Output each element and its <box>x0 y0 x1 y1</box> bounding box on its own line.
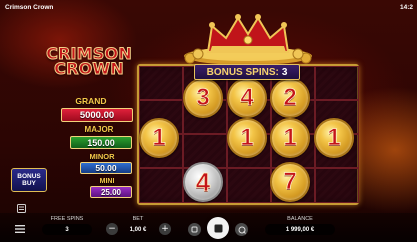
coin-symbol: 2 <box>270 78 310 118</box>
coin-symbol: 1 <box>314 118 354 158</box>
spin-stop-button[interactable] <box>207 217 229 239</box>
coin-symbol: 7 <box>270 162 310 202</box>
coin-value: 1 <box>283 124 297 152</box>
coin-value: 3 <box>196 84 210 112</box>
coin-symbol: 1 <box>270 118 310 158</box>
balance-label: BALANCE <box>287 216 313 222</box>
hamburger-glyph <box>15 225 25 233</box>
menu-icon[interactable] <box>15 224 25 234</box>
crown-icon <box>184 14 312 64</box>
mini-label: MINI <box>99 178 115 185</box>
coin-value: 1 <box>327 124 341 152</box>
coin-symbol: 4 <box>227 78 267 118</box>
grid-cell <box>315 168 359 203</box>
paytable-glyph <box>16 203 26 213</box>
coin-symbol: 3 <box>183 78 223 118</box>
free-spins-value: 3 <box>42 224 92 235</box>
coin-value: 1 <box>152 124 166 152</box>
coin-value: 4 <box>240 84 254 112</box>
coin-value: 2 <box>283 84 297 112</box>
bonus-buy-button[interactable]: BONUS BUY <box>11 168 47 192</box>
stop-icon <box>214 224 222 232</box>
bet-label: BET <box>132 216 144 222</box>
coin-value: 4 <box>195 166 211 197</box>
bonus-spins-banner: BONUS SPINS: 3 <box>194 64 300 80</box>
free-spins-label: FREE SPINS <box>50 216 84 222</box>
autoplay-button[interactable] <box>235 223 248 236</box>
grid-cell <box>139 66 183 100</box>
silver-coin-symbol: 4 <box>183 162 223 202</box>
game-logo: CRIMSON CROWN <box>42 45 136 78</box>
paytable-icon[interactable] <box>16 203 26 213</box>
major-label: MAJOR <box>84 125 114 134</box>
clock: 14:2 <box>399 3 413 11</box>
bottom-bar: FREE SPINS 3 BET − 1,00 € + BALANCE 1 99… <box>0 213 417 242</box>
game-title: Crimson Crown <box>5 3 54 11</box>
turbo-icon <box>191 226 198 233</box>
minus-icon: − <box>108 223 116 234</box>
bet-value: 1,00 € <box>129 226 147 233</box>
bonus-spins-label: BONUS SPINS: <box>206 66 279 78</box>
coin-value: 7 <box>283 168 297 196</box>
bonus-buy-line-2: BUY <box>22 180 36 187</box>
coin-symbol: 1 <box>139 118 179 158</box>
grid-cell <box>315 66 359 100</box>
grid-cell <box>139 168 183 203</box>
logo-line-2: CROWN <box>54 59 125 78</box>
grand-value: 5000.00 <box>61 108 133 122</box>
minor-value: 50.00 <box>80 162 132 174</box>
autoplay-icon <box>238 226 246 234</box>
bonus-spins-count: 3 <box>281 66 288 78</box>
plus-icon: + <box>161 223 169 234</box>
balance-value: 1 999,00 € <box>265 224 335 235</box>
bet-increase-button[interactable]: + <box>159 223 171 235</box>
coin-value: 1 <box>240 124 254 152</box>
game-scene: Crimson Crown 14:2 CRIMSON CROWN GRAND 5… <box>0 0 417 242</box>
mini-value: 25.00 <box>90 186 132 198</box>
bonus-buy-line-1: BONUS <box>17 172 41 180</box>
bet-decrease-button[interactable]: − <box>106 223 118 235</box>
coin-symbol: 1 <box>227 118 267 158</box>
grand-label: GRAND <box>75 96 107 106</box>
turbo-button[interactable] <box>188 223 201 236</box>
major-value: 150.00 <box>70 136 132 149</box>
grid-cell <box>227 168 271 203</box>
minor-label: MINOR <box>89 152 115 161</box>
